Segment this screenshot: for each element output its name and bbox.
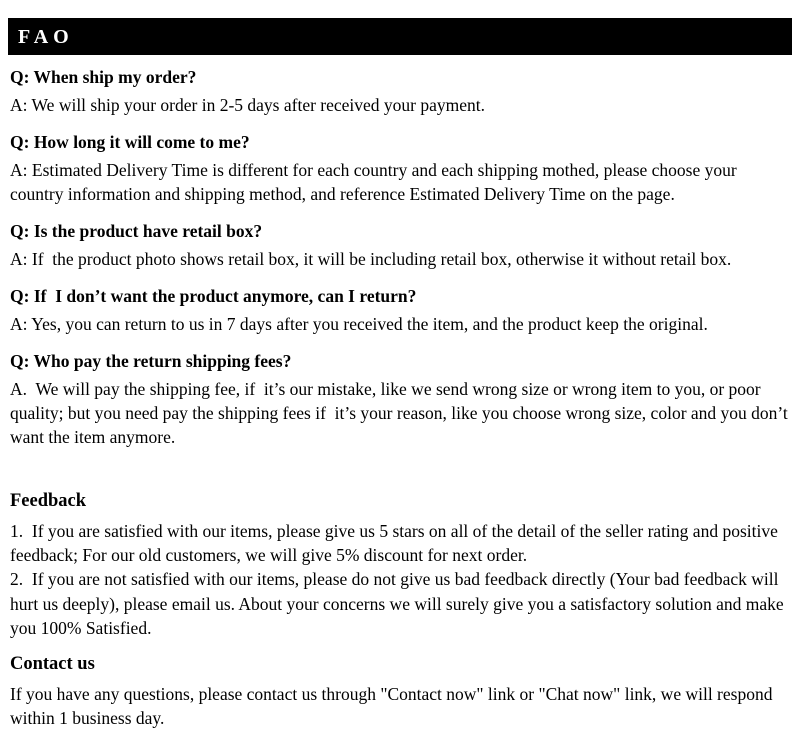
faq-answer: A: If the product photo shows retail box… xyxy=(10,248,732,269)
faq-item: Q: How long it will come to me? A: Estim… xyxy=(10,131,792,220)
faq-answer: A: Yes, you can return to us in 7 days a… xyxy=(10,313,708,334)
feedback-heading: Feedback xyxy=(10,491,87,512)
faq-item: Q: If I don’t want the product anymore, … xyxy=(10,285,792,350)
faq-item: Q: Who pay the return shipping fees? A. … xyxy=(10,350,792,463)
feedback-item-1: 1. If you are satisfied with our items, … xyxy=(10,521,783,566)
faq-header-bar: FAO xyxy=(8,18,792,55)
faq-answer: A. We will pay the shipping fee, if it’s… xyxy=(10,378,793,447)
faq-item: Q: Is the product have retail box? A: If… xyxy=(10,220,792,285)
contact-section: Contact us If you have any questions, pl… xyxy=(10,640,792,730)
faq-question: Q: When ship my order? xyxy=(10,67,197,87)
faq-item: Q: When ship my order? A: We will ship y… xyxy=(10,66,792,131)
faq-content: Q: When ship my order? A: We will ship y… xyxy=(10,66,792,730)
contact-body: If you have any questions, please contac… xyxy=(10,683,777,729)
feedback-item-2: 2. If you are not satisfied with our ite… xyxy=(10,569,789,638)
faq-page: FAO Q: When ship my order? A: We will sh… xyxy=(0,0,800,728)
contact-heading: Contact us xyxy=(10,653,95,674)
faq-question: Q: If I don’t want the product anymore, … xyxy=(10,285,417,306)
faq-question: Q: Is the product have retail box? xyxy=(10,221,263,242)
feedback-section: Feedback 1. If you are satisfied with ou… xyxy=(10,463,792,640)
page-title: FAO xyxy=(18,25,74,48)
faq-question: Q: How long it will come to me? xyxy=(10,131,250,152)
faq-question: Q: Who pay the return shipping fees? xyxy=(10,350,292,371)
faq-answer: A: We will ship your order in 2-5 days a… xyxy=(10,94,486,115)
faq-answer: A: Estimated Delivery Time is different … xyxy=(10,159,742,204)
